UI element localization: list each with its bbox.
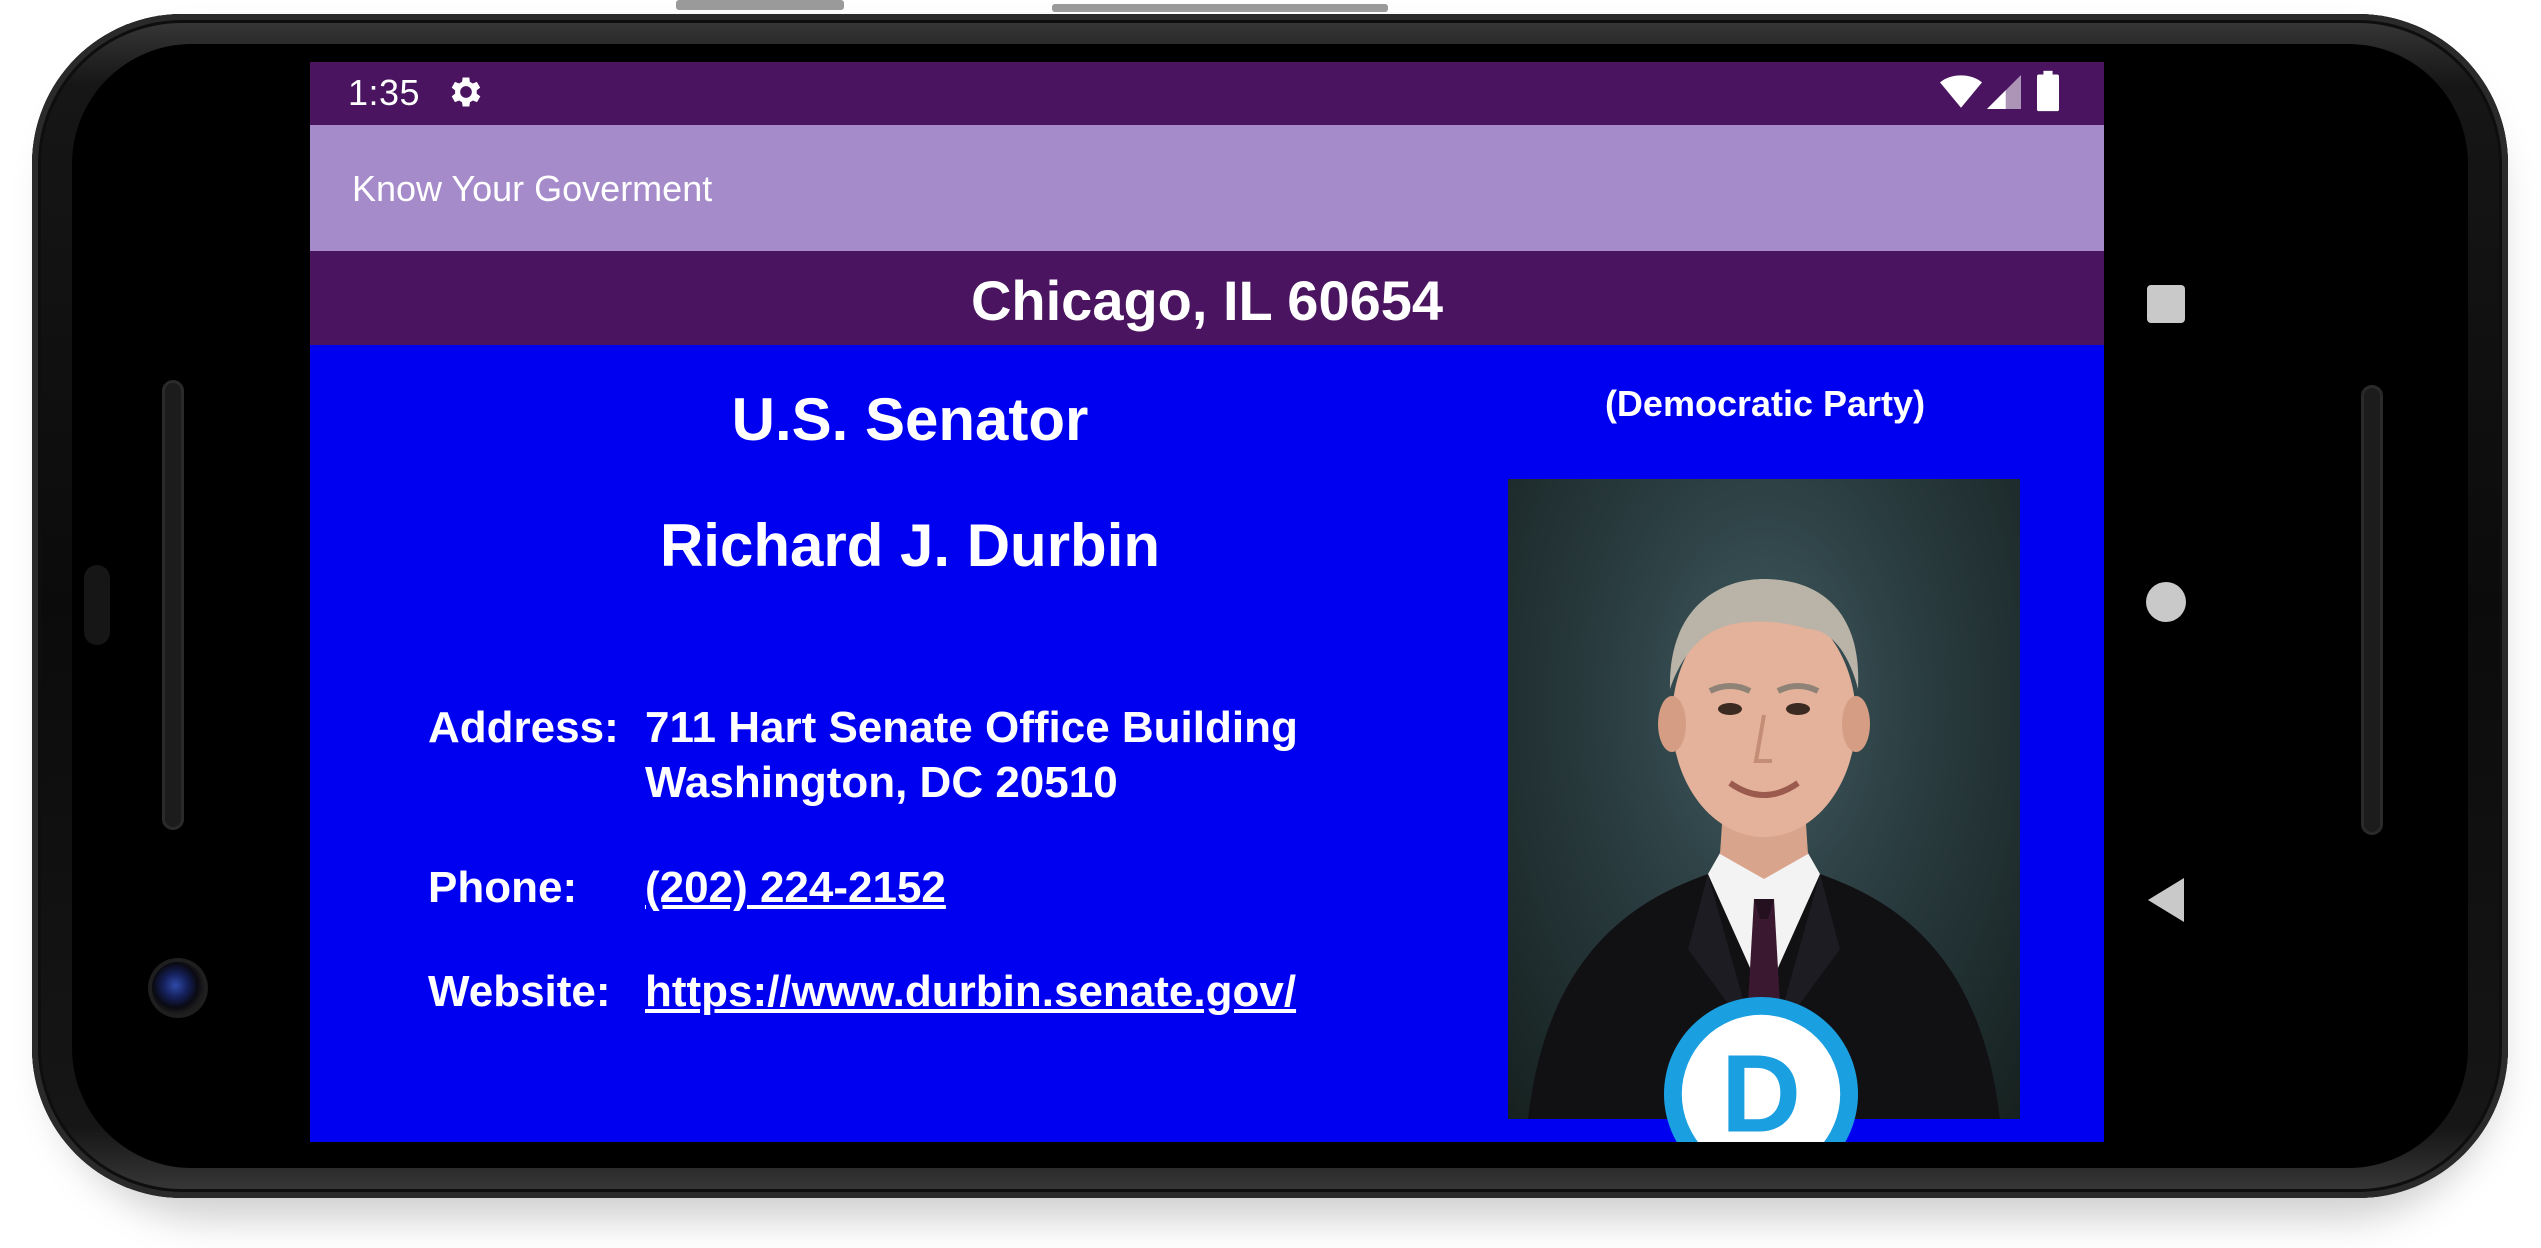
party-logo-letter: D xyxy=(1721,1033,1801,1142)
phone-label: Phone: xyxy=(428,863,578,912)
democratic-party-logo-icon: D xyxy=(1664,997,1858,1142)
app-title: Know Your Goverment xyxy=(352,168,713,209)
left-speaker-grille xyxy=(162,380,184,830)
wifi-icon xyxy=(1940,75,1982,108)
website-label: Website: xyxy=(428,967,611,1016)
address-line2[interactable]: Washington, DC 20510 xyxy=(645,758,1118,808)
address-line1[interactable]: 711 Hart Senate Office Building xyxy=(645,703,1298,753)
status-bar: 1:35 xyxy=(310,62,2104,125)
home-circle-icon[interactable] xyxy=(2146,582,2186,622)
location-bar: Chicago, IL 60654 xyxy=(310,251,2104,345)
app-bar: Know Your Goverment xyxy=(310,125,2104,251)
office-title: U.S. Senator xyxy=(731,386,1089,453)
front-camera xyxy=(152,962,204,1014)
party-label: (Democratic Party) xyxy=(1604,383,1926,424)
back-triangle-icon[interactable] xyxy=(2144,876,2188,924)
battery-icon xyxy=(2037,70,2059,112)
right-speaker-grille xyxy=(2361,385,2383,835)
recents-square-icon[interactable] xyxy=(2147,285,2185,323)
official-name: Richard J. Durbin xyxy=(659,512,1161,579)
gear-icon xyxy=(451,77,481,107)
app-screen: 1:35 Know Your Goverment Chicago, IL 606… xyxy=(310,62,2104,1142)
official-detail: U.S. Senator Richard J. Durbin Address: … xyxy=(310,345,2104,1142)
power-button[interactable] xyxy=(1052,4,1388,12)
device-frame: 1:35 Know Your Goverment Chicago, IL 606… xyxy=(0,0,2541,1248)
address-label: Address: xyxy=(428,703,619,752)
location-text: Chicago, IL 60654 xyxy=(970,269,1444,332)
status-time: 1:35 xyxy=(348,72,421,113)
volume-button[interactable] xyxy=(676,0,844,10)
website-link[interactable]: https://www.durbin.senate.gov/ xyxy=(645,967,1296,1017)
cell-signal-icon xyxy=(1987,75,2021,109)
proximity-sensor xyxy=(84,565,110,645)
phone-link[interactable]: (202) 224-2152 xyxy=(645,863,946,913)
